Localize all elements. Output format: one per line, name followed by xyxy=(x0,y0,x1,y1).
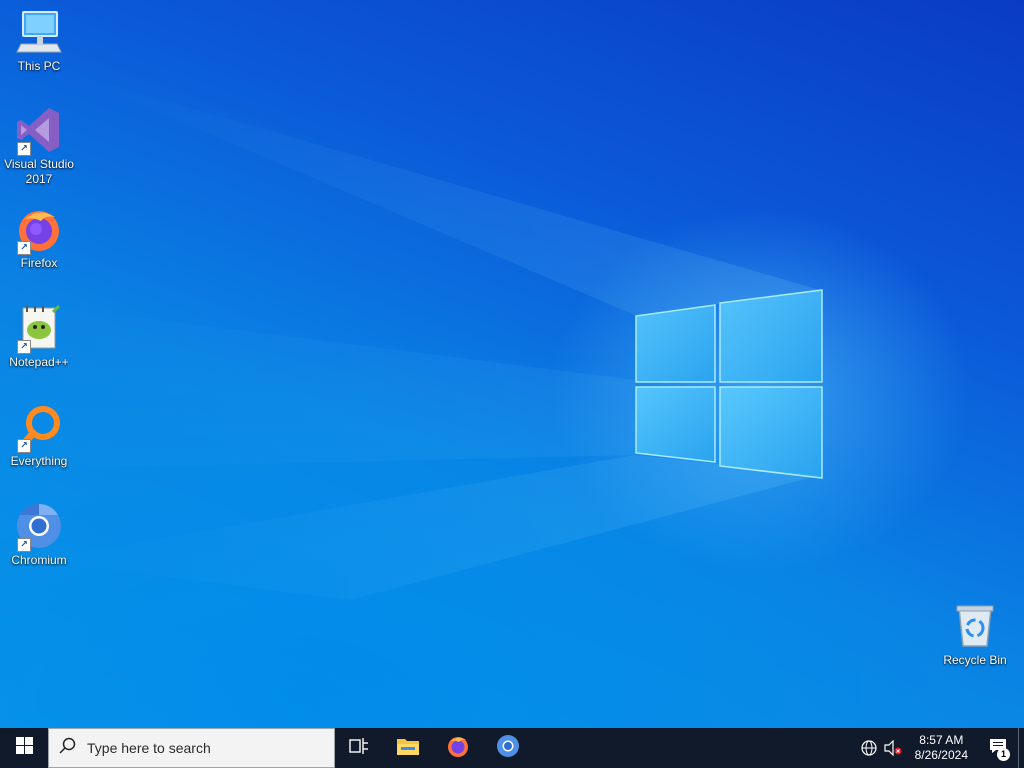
desktop-icon-label: Everything xyxy=(10,454,68,468)
network-globe-icon[interactable] xyxy=(857,728,881,768)
show-desktop-button[interactable] xyxy=(1018,728,1024,768)
desktop-icon-visual-studio[interactable]: ↗ Visual Studio 2017 xyxy=(1,106,77,187)
shortcut-arrow-icon: ↗ xyxy=(17,241,31,255)
file-explorer-icon xyxy=(396,736,420,761)
desktop-icon-this-pc[interactable]: This PC xyxy=(1,8,77,74)
shortcut-arrow-icon: ↗ xyxy=(17,340,31,354)
taskbar: Type here to search 8:57 AM 8/26/2024 1 xyxy=(0,728,1024,768)
desktop[interactable]: This PC ↗ Visual Studio 2017 ↗ Firefox ↗… xyxy=(0,0,1024,728)
notepad-plus-plus-icon: ↗ xyxy=(15,304,63,354)
shortcut-arrow-icon: ↗ xyxy=(17,439,31,453)
desktop-icon-firefox[interactable]: ↗ Firefox xyxy=(1,205,77,271)
desktop-icon-label: Notepad++ xyxy=(9,355,69,369)
taskbar-search-box[interactable]: Type here to search xyxy=(48,728,335,768)
taskbar-app-chromium[interactable] xyxy=(483,728,533,768)
taskbar-app-firefox[interactable] xyxy=(433,728,483,768)
shortcut-arrow-icon: ↗ xyxy=(17,538,31,552)
desktop-icon-label: Recycle Bin xyxy=(943,653,1007,667)
desktop-icon-label: Chromium xyxy=(11,553,67,567)
firefox-icon xyxy=(446,734,470,763)
search-icon xyxy=(59,737,77,760)
clock-time: 8:57 AM xyxy=(919,733,964,747)
desktop-icon-label: Visual Studio 2017 xyxy=(4,157,74,186)
desktop-icon-label: This PC xyxy=(17,59,61,73)
task-view-button[interactable] xyxy=(335,728,383,768)
firefox-icon: ↗ xyxy=(15,205,63,255)
notification-count-badge: 1 xyxy=(997,748,1010,761)
desktop-icon-everything[interactable]: ↗ Everything xyxy=(1,403,77,469)
volume-muted-icon[interactable] xyxy=(881,728,905,768)
visual-studio-icon: ↗ xyxy=(15,106,63,156)
clock-date: 8/26/2024 xyxy=(914,748,968,762)
everything-icon: ↗ xyxy=(15,403,63,453)
desktop-icon-label: Firefox xyxy=(20,256,58,270)
recycle-bin-icon xyxy=(951,602,999,650)
task-view-icon xyxy=(349,737,369,760)
clock[interactable]: 8:57 AM 8/26/2024 xyxy=(905,733,978,763)
taskbar-app-file-explorer[interactable] xyxy=(383,728,433,768)
windows-logo-icon xyxy=(15,737,33,759)
desktop-icon-chromium[interactable]: ↗ Chromium xyxy=(1,502,77,568)
start-button[interactable] xyxy=(0,728,48,768)
desktop-icon-recycle-bin[interactable]: Recycle Bin xyxy=(937,602,1013,668)
this-pc-icon xyxy=(15,8,63,56)
desktop-icon-notepad-plus-plus[interactable]: ↗ Notepad++ xyxy=(1,304,77,370)
chromium-icon: ↗ xyxy=(15,502,63,552)
shortcut-arrow-icon: ↗ xyxy=(17,142,31,156)
system-tray: 8:57 AM 8/26/2024 1 xyxy=(857,728,1024,768)
chromium-icon xyxy=(496,734,520,763)
notification-center-button[interactable]: 1 xyxy=(978,728,1018,768)
windows-logo-wallpaper xyxy=(635,289,823,479)
search-placeholder: Type here to search xyxy=(87,740,211,756)
wallpaper-light-beams xyxy=(0,70,823,600)
